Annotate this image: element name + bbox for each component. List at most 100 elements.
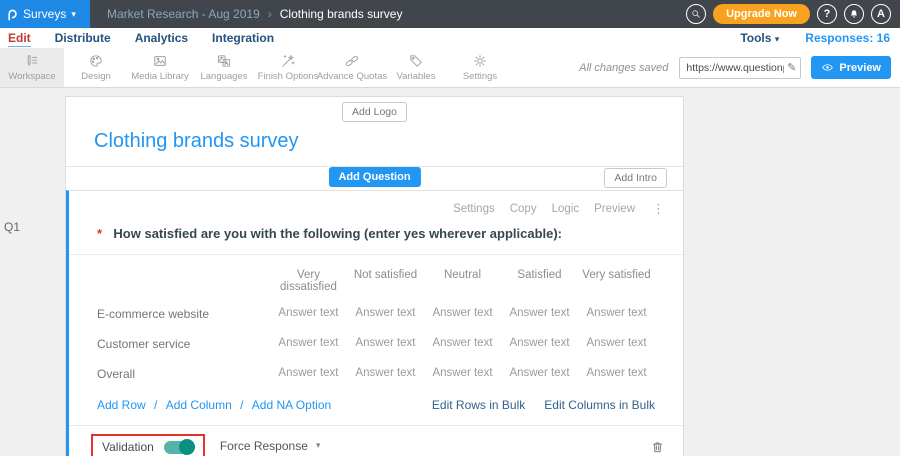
matrix-answer-cell[interactable]: Answer text (424, 329, 501, 359)
kebab-menu-icon[interactable]: ⋮ (652, 201, 665, 217)
question-menu-logic[interactable]: Logic (552, 203, 580, 215)
question-menu-copy[interactable]: Copy (510, 203, 537, 215)
survey-card: Add Logo Clothing brands survey Add Ques… (65, 96, 684, 456)
matrix-row-label[interactable]: E-commerce website (97, 299, 270, 329)
tab-distribute[interactable]: Distribute (55, 30, 111, 47)
matrix-column-header[interactable]: Very satisfied (578, 259, 655, 299)
toolbar-item-variables[interactable]: Variables (384, 48, 448, 87)
toolbar-item-languages[interactable]: Languages (192, 48, 256, 87)
main-tab-row: Edit Distribute Analytics Integration Tools… (0, 28, 900, 48)
bell-icon (848, 8, 860, 20)
link-separator: / (237, 398, 247, 412)
question-menu-preview[interactable]: Preview (594, 203, 635, 215)
avatar-initial: A (877, 8, 885, 20)
add-na-option-link[interactable]: Add NA Option (252, 398, 331, 412)
chain-link-icon (344, 53, 360, 69)
tab-edit[interactable]: Edit (8, 30, 31, 47)
question-menu-settings[interactable]: Settings (453, 203, 495, 215)
bulk-edit-links: Edit Rows in Bulk Edit Columns in Bulk (432, 398, 655, 412)
validation-toggle[interactable] (164, 441, 194, 454)
question-text[interactable]: How satisfied are you with the following… (113, 226, 562, 241)
matrix-answer-cell[interactable]: Answer text (578, 359, 655, 389)
row-column-links: Add Row / Add Column / Add NA Option (97, 398, 331, 412)
workspace-icon (24, 53, 40, 69)
questionpro-app: Surveys ▾ Market Research - Aug 2019 › C… (0, 0, 900, 456)
matrix-column-header[interactable]: Very dissatisfied (270, 259, 347, 299)
questionpro-logo (7, 7, 18, 22)
matrix-answer-cell[interactable]: Answer text (424, 359, 501, 389)
chevron-down-icon: ▾ (71, 9, 76, 20)
matrix-column-header[interactable]: Not satisfied (347, 259, 424, 299)
matrix-answer-cell[interactable]: Answer text (347, 359, 424, 389)
add-question-button-top[interactable]: Add Question (328, 167, 420, 187)
add-column-link[interactable]: Add Column (166, 398, 232, 412)
survey-url-field[interactable]: https://www.questionpro.com/t/APNrfZ ✎ (679, 57, 801, 79)
search-icon (690, 8, 702, 20)
toolbar-item-label: Design (81, 71, 111, 82)
validation-type-dropdown[interactable]: Force Response ▾ (220, 437, 325, 456)
matrix-answer-cell[interactable]: Answer text (424, 299, 501, 329)
upgrade-now-button[interactable]: Upgrade Now (713, 4, 810, 24)
add-logo-button[interactable]: Add Logo (342, 102, 407, 122)
avatar[interactable]: A (871, 4, 891, 24)
edit-columns-in-bulk-link[interactable]: Edit Columns in Bulk (544, 398, 655, 412)
toolbar-item-advance-quotas[interactable]: Advance Quotas (320, 48, 384, 87)
brand-label: Surveys (23, 7, 66, 21)
matrix-row-label[interactable]: Overall (97, 359, 270, 389)
toolbar-item-finish-options[interactable]: Finish Options (256, 48, 320, 87)
responses-count[interactable]: Responses: 16 (805, 31, 890, 45)
question-text-row: * How satisfied are you with the followi… (69, 219, 683, 255)
tab-analytics[interactable]: Analytics (135, 30, 188, 47)
toolbar-item-label: Variables (397, 71, 436, 82)
matrix-links-row: Add Row / Add Column / Add NA Option Edi… (69, 389, 683, 426)
question-number-label: Q1 (4, 220, 20, 234)
matrix-answer-cell[interactable]: Answer text (501, 359, 578, 389)
tab-integration[interactable]: Integration (212, 30, 274, 47)
matrix-answer-cell[interactable]: Answer text (501, 329, 578, 359)
help-button[interactable]: ? (817, 4, 837, 24)
edit-url-pencil-icon[interactable]: ✎ (787, 61, 796, 74)
validation-label: Validation (102, 440, 154, 454)
search-button[interactable] (686, 4, 706, 24)
breadcrumb-current-survey: Clothing brands survey (280, 7, 403, 21)
matrix-answer-cell[interactable]: Answer text (270, 359, 347, 389)
matrix-answer-cell[interactable]: Answer text (270, 299, 347, 329)
add-row-link[interactable]: Add Row (97, 398, 146, 412)
matrix-answer-cell[interactable]: Answer text (501, 299, 578, 329)
preview-button[interactable]: Preview (811, 56, 891, 79)
survey-title[interactable]: Clothing brands survey (94, 130, 683, 153)
matrix-answer-cell[interactable]: Answer text (347, 299, 424, 329)
edit-rows-in-bulk-link[interactable]: Edit Rows in Bulk (432, 398, 525, 412)
matrix-column-header[interactable]: Neutral (424, 259, 501, 299)
validation-dropdown-wrap: Force Response ▾ Force ResponseRequest R… (220, 437, 325, 456)
toolbar-item-label: Workspace (8, 71, 55, 82)
main-tabs: Edit Distribute Analytics Integration (0, 30, 274, 47)
delete-question-button[interactable] (650, 440, 665, 455)
toolbar-item-design[interactable]: Design (64, 48, 128, 87)
question-mark-icon: ? (824, 8, 831, 20)
matrix-answer-cell[interactable]: Answer text (578, 329, 655, 359)
matrix-answer-cell[interactable]: Answer text (347, 329, 424, 359)
trash-icon (650, 440, 665, 455)
matrix-corner-cell (97, 259, 270, 299)
matrix-row-label[interactable]: Customer service (97, 329, 270, 359)
add-intro-button[interactable]: Add Intro (604, 168, 667, 188)
toolbar-item-workspace[interactable]: Workspace (0, 48, 64, 87)
tools-menu[interactable]: Tools ▾ (740, 31, 779, 45)
surveys-menu[interactable]: Surveys ▾ (0, 0, 90, 28)
matrix-column-header[interactable]: Satisfied (501, 259, 578, 299)
chevron-down-icon: ▾ (316, 440, 321, 451)
link-separator: / (151, 398, 161, 412)
notifications-button[interactable] (844, 4, 864, 24)
toolbar-item-settings[interactable]: Settings (448, 48, 512, 87)
toolbar-item-media-library[interactable]: Media Library (128, 48, 192, 87)
gear-icon (472, 53, 488, 69)
question-action-menu: Settings Copy Logic Preview ⋮ (69, 191, 683, 219)
breadcrumb-folder[interactable]: Market Research - Aug 2019 (107, 7, 260, 21)
matrix-answer-cell[interactable]: Answer text (270, 329, 347, 359)
toolbar-item-label: Finish Options (258, 71, 319, 82)
toggle-knob (179, 439, 195, 455)
matrix-answer-cell[interactable]: Answer text (578, 299, 655, 329)
eye-icon (821, 61, 834, 74)
design-palette-icon (88, 53, 104, 69)
